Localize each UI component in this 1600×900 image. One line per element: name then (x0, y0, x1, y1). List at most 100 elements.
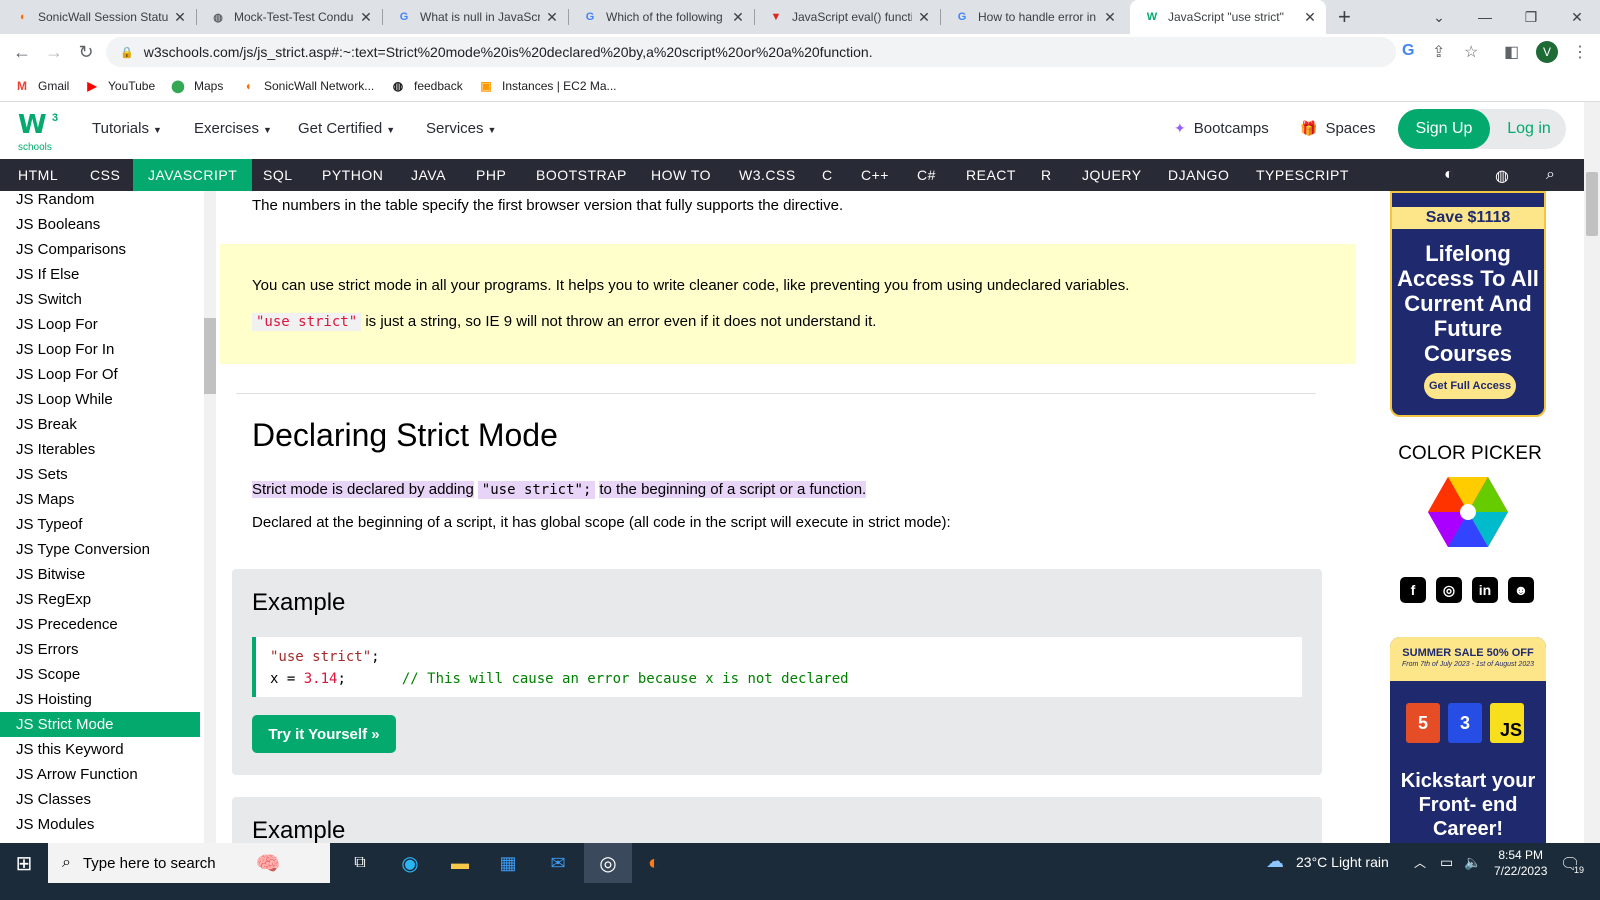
bookmark[interactable]: M Gmail (14, 78, 69, 94)
store-icon[interactable]: ▦ (488, 843, 528, 883)
dark-mode-icon[interactable]: ◐ (1444, 166, 1454, 184)
sidebar-item[interactable]: JS Classes (0, 787, 200, 812)
browser-tab[interactable]: G What is null in JavaScrip ✕ (382, 0, 568, 34)
restore-icon[interactable]: ❐ (1508, 0, 1554, 34)
sidebar-item[interactable]: JS Loop For In (0, 337, 200, 362)
color-picker-icon[interactable] (1428, 477, 1508, 547)
linkedin-icon[interactable]: in (1472, 577, 1498, 603)
sidebar-item[interactable]: JS this Keyword (0, 737, 200, 762)
reload-icon[interactable]: ↻ (74, 40, 98, 64)
sidebar-item[interactable]: JS Scope (0, 662, 200, 687)
spaces-link[interactable]: 🎁 Spaces (1300, 120, 1375, 137)
topnav-html[interactable]: HTML (18, 159, 58, 191)
back-arrow-icon[interactable]: ← (10, 40, 34, 64)
more-menu-icon[interactable]: ⋮ (1572, 42, 1588, 62)
bookmark[interactable]: ◍ feedback (390, 78, 463, 94)
topnav-csharp[interactable]: C# (917, 159, 936, 191)
browser-tab[interactable]: ◖ SonicWall Session Statu ✕ (0, 0, 196, 34)
facebook-icon[interactable]: f (1400, 577, 1426, 603)
menu-exercises[interactable]: Exercises ▼ (194, 120, 272, 137)
browser-tab-active[interactable]: W JavaScript "use strict" ✕ (1130, 0, 1326, 34)
bookmark[interactable]: ⬤ Maps (170, 78, 223, 94)
windows-start-icon[interactable]: ⊞ (0, 843, 48, 883)
sidebar-item[interactable]: JS Errors (0, 637, 200, 662)
topnav-css[interactable]: CSS (90, 159, 120, 191)
chrome-icon[interactable]: ◎ (584, 843, 632, 883)
topnav-php[interactable]: PHP (476, 159, 506, 191)
sidebar-item[interactable]: JS Iterables (0, 437, 200, 462)
bootcamps-link[interactable]: ✦ Bootcamps (1174, 120, 1269, 137)
file-explorer-icon[interactable]: ▬ (440, 843, 480, 883)
bookmark[interactable]: ▣ Instances | EC2 Ma... (478, 78, 616, 94)
task-view-icon[interactable]: ⧉ (340, 843, 380, 883)
minimize-icon[interactable]: — (1462, 0, 1508, 34)
forward-arrow-icon[interactable]: → (42, 40, 66, 64)
sidebar-item[interactable]: JS Comparisons (0, 237, 200, 262)
close-icon[interactable]: ✕ (916, 9, 932, 26)
taskbar-search[interactable]: ⌕ Type here to search 🧠 (48, 843, 330, 883)
sidebar-item[interactable]: JS Bitwise (0, 562, 200, 587)
topnav-c[interactable]: C (822, 159, 833, 191)
profile-avatar[interactable]: V (1536, 41, 1558, 63)
side-panel-icon[interactable]: ◧ (1504, 42, 1519, 62)
topnav-java[interactable]: JAVA (411, 159, 446, 191)
firefox-icon[interactable]: ◐ (634, 843, 674, 883)
sidebar-item[interactable]: JS Arrow Function (0, 762, 200, 787)
menu-services[interactable]: Services ▼ (426, 120, 496, 137)
network-icon[interactable]: ▭ (1440, 854, 1453, 871)
sidebar-item[interactable]: JS Loop For (0, 312, 200, 337)
sidebar-scroll-thumb[interactable] (204, 318, 216, 394)
browser-tab[interactable]: ▼ JavaScript eval() functio ✕ (754, 0, 940, 34)
topnav-how-to[interactable]: HOW TO (651, 159, 711, 191)
try-it-yourself-button[interactable]: Try it Yourself » (252, 715, 396, 753)
topnav-bootstrap[interactable]: BOOTSTRAP (536, 159, 627, 191)
sidebar-item[interactable]: JS Maps (0, 487, 200, 512)
browser-tab[interactable]: G Which of the following ✕ (568, 0, 754, 34)
sidebar-item[interactable]: JS If Else (0, 262, 200, 287)
sidebar-item[interactable]: JS Type Conversion (0, 537, 200, 562)
close-icon[interactable]: ✕ (1102, 9, 1118, 26)
ad-banner[interactable]: Save $1118 Lifelong Access To All Curren… (1390, 191, 1546, 417)
topnav-cpp[interactable]: C++ (861, 159, 889, 191)
chevron-down-icon[interactable]: ⌄ (1416, 0, 1462, 34)
browser-tab[interactable]: ◍ Mock-Test-Test Conduc ✕ (196, 0, 382, 34)
google-lens-icon[interactable]: G (1402, 42, 1414, 60)
topnav-django[interactable]: DJANGO (1168, 159, 1229, 191)
new-tab-icon[interactable]: + (1338, 4, 1351, 30)
discord-icon[interactable]: ☻ (1508, 577, 1534, 603)
window-close-icon[interactable]: ✕ (1554, 0, 1600, 34)
sidebar-item[interactable]: JS Break (0, 412, 200, 437)
sidebar-item[interactable]: JS Precedence (0, 612, 200, 637)
topnav-w3css[interactable]: W3.CSS (739, 159, 796, 191)
topnav-sql[interactable]: SQL (263, 159, 293, 191)
topnav-jquery[interactable]: JQUERY (1082, 159, 1142, 191)
instagram-icon[interactable]: ◎ (1436, 577, 1462, 603)
signup-button[interactable]: Sign Up (1398, 109, 1490, 149)
sidebar-item[interactable]: JS Switch (0, 287, 200, 312)
volume-icon[interactable]: 🔈 (1464, 854, 1481, 871)
sidebar-scrollbar[interactable] (204, 191, 216, 861)
topnav-javascript[interactable]: JAVASCRIPT (133, 159, 253, 191)
topnav-react[interactable]: REACT (966, 159, 1016, 191)
close-icon[interactable]: ✕ (172, 9, 188, 26)
sidebar-item[interactable]: JS Booleans (0, 212, 200, 237)
sidebar-item[interactable]: JS Strict Mode (0, 712, 200, 737)
page-scroll-thumb[interactable] (1586, 172, 1598, 236)
share-icon[interactable]: ⇪ (1432, 42, 1445, 62)
sidebar-item[interactable]: JS RegExp (0, 587, 200, 612)
sidebar-item[interactable]: JS Random (0, 191, 200, 212)
topnav-typescript[interactable]: TYPESCRIPT (1256, 159, 1349, 191)
bookmark[interactable]: ◖ SonicWall Network... (240, 78, 374, 94)
topnav-python[interactable]: PYTHON (322, 159, 383, 191)
sidebar-item[interactable]: JS Sets (0, 462, 200, 487)
sidebar-item[interactable]: JS Hoisting (0, 687, 200, 712)
weather-text[interactable]: 23°C Light rain (1296, 854, 1389, 870)
edge-icon[interactable]: ◉ (390, 843, 430, 883)
sidebar-item[interactable]: JS Loop While (0, 387, 200, 412)
sidebar-item[interactable]: JS Loop For Of (0, 362, 200, 387)
close-icon[interactable]: ✕ (544, 9, 560, 26)
menu-tutorials[interactable]: Tutorials ▼ (92, 120, 162, 137)
star-icon[interactable]: ☆ (1464, 42, 1478, 62)
bookmark[interactable]: ▶ YouTube (84, 78, 155, 94)
get-full-access-button[interactable]: Get Full Access (1424, 373, 1516, 399)
